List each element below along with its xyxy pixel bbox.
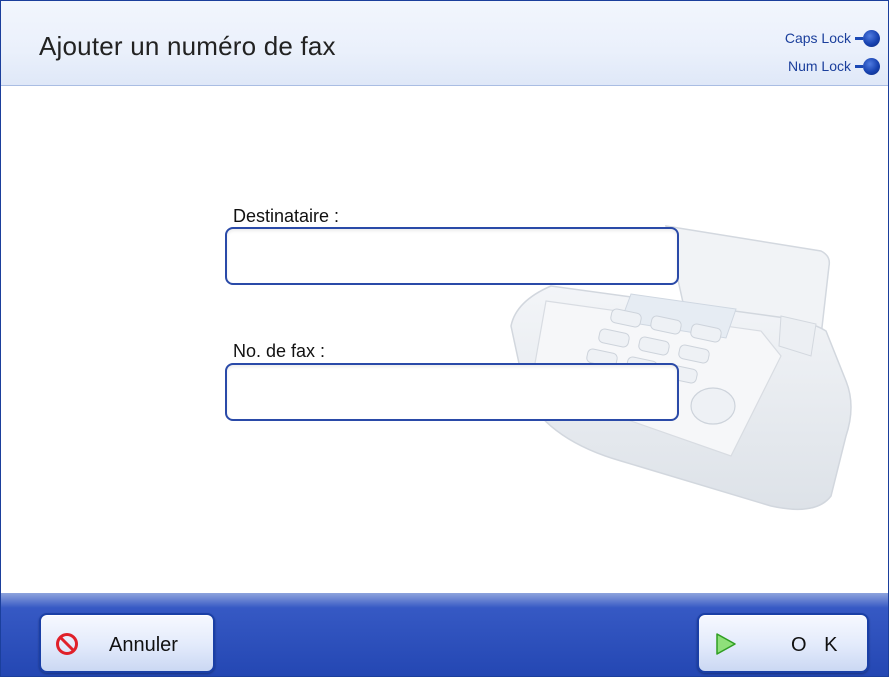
page-title: Ajouter un numéro de fax xyxy=(39,31,336,61)
num-lock-led-icon xyxy=(855,57,880,75)
ok-button-label: O K xyxy=(791,634,844,656)
caps-lock-led-icon xyxy=(855,29,880,47)
cancel-button[interactable]: Annuler xyxy=(39,613,215,673)
fax-number-field[interactable] xyxy=(225,363,679,421)
caps-lock-indicator: Caps Lock xyxy=(785,27,880,49)
recipient-input[interactable] xyxy=(227,229,677,283)
dialog-window: Ajouter un numéro de fax Caps Lock Num L… xyxy=(0,0,889,677)
recipient-field[interactable] xyxy=(225,227,679,285)
cancel-button-label: Annuler xyxy=(109,634,178,656)
play-arrow-icon xyxy=(716,633,736,655)
recipient-label: Destinataire : xyxy=(233,206,340,226)
num-lock-label: Num Lock xyxy=(787,58,851,74)
caps-lock-label: Caps Lock xyxy=(784,30,851,46)
prohibited-icon xyxy=(56,633,78,655)
ok-button[interactable]: O K xyxy=(697,613,869,673)
header-bar: Ajouter un numéro de fax Caps Lock Num L… xyxy=(1,1,888,86)
fax-number-input[interactable] xyxy=(227,365,677,419)
fax-number-label: No. de fax : xyxy=(233,341,326,361)
num-lock-indicator: Num Lock xyxy=(788,55,880,77)
